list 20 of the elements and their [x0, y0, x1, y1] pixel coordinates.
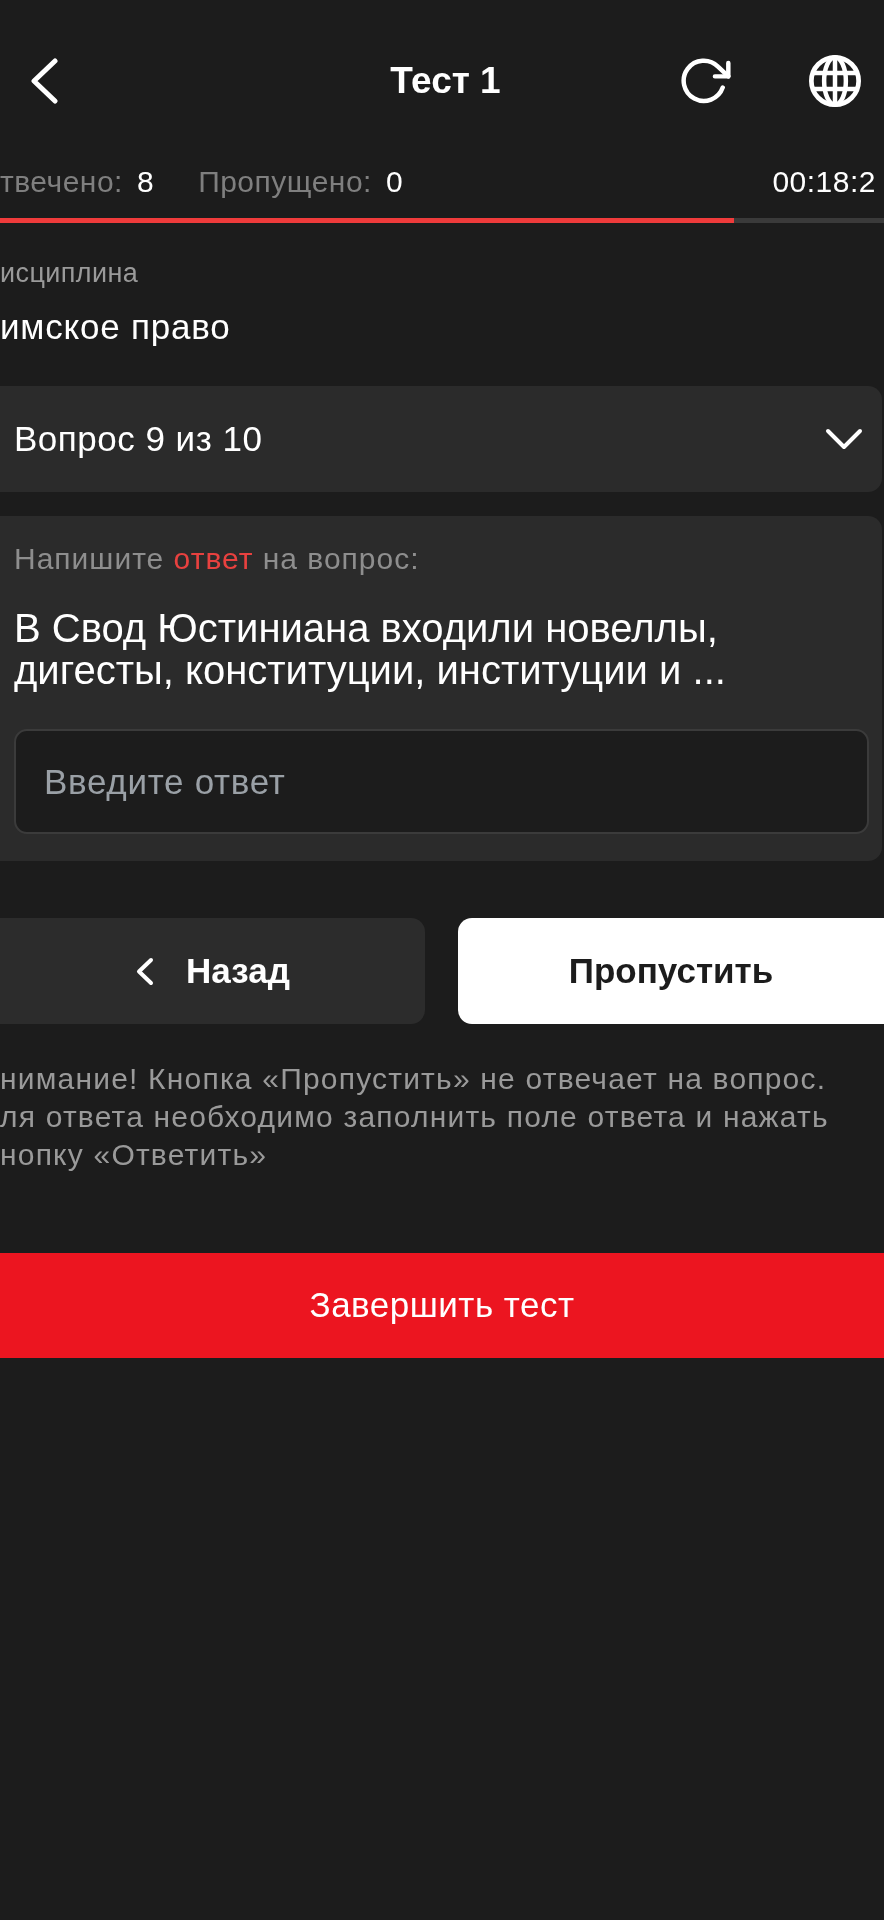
question-dropdown[interactable]: Вопрос 9 из 10 — [0, 386, 882, 492]
answer-field[interactable]: Введите ответ — [14, 729, 869, 834]
timer-text: 00:18:2 — [772, 164, 876, 200]
warning-text: нимание! Кнопка «Пропустить» не отвечает на вопрос. ля ответа необходимо заполнить поле ответа и нажать нопку «Ответить» — [0, 1061, 830, 1173]
back-icon[interactable] — [30, 58, 58, 104]
discipline-name: имское право — [0, 307, 232, 347]
chevron-left-icon — [135, 956, 155, 986]
page-title: Тест 1 — [390, 59, 501, 103]
back-button[interactable]: Назад — [0, 918, 425, 1024]
skip-button[interactable]: Пропустить — [458, 918, 884, 1024]
finish-test-button[interactable]: Завершить тест — [0, 1253, 884, 1358]
stat-label: твечено: — [0, 164, 123, 200]
prompt-text: Напишите ответ на вопрос: — [14, 542, 421, 576]
discipline-label: исциплина — [0, 257, 140, 289]
refresh-icon[interactable] — [681, 57, 731, 105]
question-text: В Свод Юстиниана входили новеллы, дигесты, конституции, институции и ... — [14, 607, 727, 691]
globe-icon[interactable] — [809, 55, 861, 107]
stat-count: 8 — [136, 164, 155, 200]
stat-count: 0 — [385, 164, 404, 200]
stat-label: Пропущено: — [198, 164, 372, 200]
